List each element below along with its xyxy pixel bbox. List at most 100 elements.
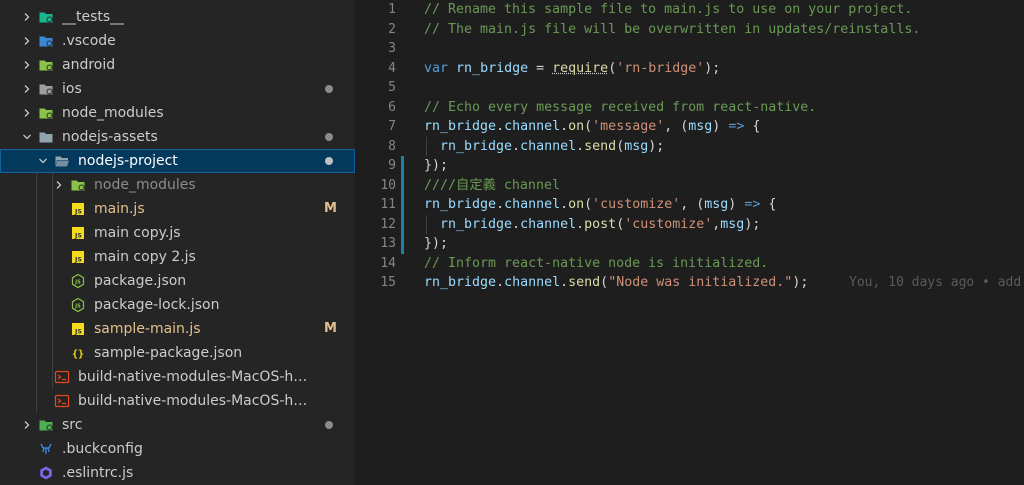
explorer-folder-row[interactable]: node_modules <box>0 101 355 125</box>
svg-text:JS: JS <box>74 328 82 336</box>
code-token: ) <box>712 119 729 134</box>
code-line[interactable]: 2 // The main.js file will be overwritten… <box>356 20 1024 40</box>
line-number: 12 <box>380 216 396 232</box>
code-token: { <box>744 119 761 134</box>
explorer-file-row[interactable]: JS main copy 2.js <box>0 245 355 269</box>
explorer-folder-row[interactable]: src <box>0 413 355 437</box>
explorer-item-label: node_modules <box>94 177 196 193</box>
explorer-folder-row[interactable]: nodejs-assets <box>0 125 355 149</box>
svg-text:JS: JS <box>74 256 82 264</box>
chevron-down-icon[interactable] <box>20 125 34 149</box>
code-content: rn_bridge.channel.on('message', (msg) =>… <box>424 117 760 137</box>
git-modified-badge: M <box>324 321 337 336</box>
code-line[interactable]: 8 rn_bridge.channel.send(msg); <box>356 137 1024 157</box>
explorer-file-row[interactable]: JS package.json <box>0 269 355 293</box>
chevron-right-icon[interactable] <box>52 173 66 197</box>
svg-text:JS: JS <box>74 232 82 240</box>
folder-open-icon <box>54 153 70 169</box>
code-token: . <box>576 216 585 232</box>
shell-file-icon <box>54 393 70 409</box>
code-line[interactable]: 3 <box>356 39 1024 59</box>
code-line[interactable]: 1 // Rename this sample file to main.js t… <box>356 0 1024 20</box>
code-line[interactable]: 9}); <box>356 156 1024 176</box>
git-status-dot <box>325 157 333 165</box>
explorer-folder-row[interactable]: ios <box>0 77 355 101</box>
code-token: rn_bridge <box>440 138 513 154</box>
test-folder-icon <box>38 9 54 25</box>
chevron-right-icon[interactable] <box>20 5 34 29</box>
explorer-file-row[interactable]: JS main.js M <box>0 197 355 221</box>
code-line[interactable]: 13}); <box>356 234 1024 254</box>
code-token: . <box>496 275 505 290</box>
tree-indent-guide <box>52 173 53 389</box>
explorer-file-row[interactable]: {} sample-package.json <box>0 341 355 365</box>
code-token: rn_bridge <box>456 60 529 76</box>
line-number: 4 <box>388 60 396 76</box>
js-file-icon: JS <box>70 249 86 265</box>
explorer-item-label: android <box>62 57 116 73</box>
explorer-item-label: build-native-modules-MacOS-helper-scrip.… <box>78 369 310 385</box>
line-number: 7 <box>388 119 396 134</box>
line-number: 1 <box>388 2 396 17</box>
explorer-file-row[interactable]: build-native-modules-MacOS-helper-scrip.… <box>0 365 355 389</box>
code-token: => <box>744 197 761 212</box>
code-content: ////自定義 channel <box>424 176 560 196</box>
code-line[interactable]: 6 // Echo every message received from rea… <box>356 98 1024 118</box>
explorer-item-label: package.json <box>94 273 187 289</box>
chevron-right-icon[interactable] <box>20 413 34 437</box>
code-token: = <box>528 60 553 76</box>
explorer-file-row[interactable]: JS main copy.js <box>0 221 355 245</box>
explorer-folder-row[interactable]: nodejs-project <box>0 149 355 173</box>
git-status-dot <box>325 85 333 93</box>
code-token: , ( <box>664 119 689 134</box>
code-line[interactable]: 15 rn_bridge.channel.send("Node was initi… <box>356 273 1024 293</box>
code-token: msg <box>720 216 745 232</box>
code-token: ( <box>584 197 593 212</box>
line-number: 2 <box>388 21 396 37</box>
code-token: ); <box>648 138 665 154</box>
js-file-icon: JS <box>70 201 86 217</box>
eslint-file-icon <box>38 465 54 481</box>
code-token: . <box>512 216 521 232</box>
chevron-right-icon[interactable] <box>20 101 34 125</box>
explorer-folder-row[interactable]: android <box>0 53 355 77</box>
explorer-item-label: ios <box>62 81 82 97</box>
explorer-item-label: main.js <box>94 201 145 217</box>
line-number: 10 <box>380 177 396 193</box>
code-line[interactable]: 4 var rn_bridge = require('rn-bridge'); <box>356 59 1024 79</box>
chevron-right-icon[interactable] <box>20 77 34 101</box>
code-content: }); <box>424 156 448 176</box>
explorer-folder-row[interactable]: node_modules <box>0 173 355 197</box>
explorer-folder-row[interactable]: .vscode <box>0 29 355 53</box>
code-token: msg <box>624 138 649 154</box>
code-line[interactable]: 11 rn_bridge.channel.on('customize', (msg… <box>356 195 1024 215</box>
code-token: . <box>512 138 521 154</box>
code-token: 'rn-bridge' <box>616 60 705 76</box>
explorer-file-row[interactable]: .eslintrc.js <box>0 461 355 485</box>
explorer-file-row[interactable]: .buckconfig <box>0 437 355 461</box>
code-token: channel <box>520 138 577 154</box>
code-token: ( <box>616 138 625 154</box>
chevron-down-icon[interactable] <box>36 149 50 173</box>
code-content: rn_bridge.channel.send("Node was initial… <box>424 273 808 293</box>
explorer-folder-row[interactable]: __tests__ <box>0 5 355 29</box>
folder-icon <box>38 129 54 145</box>
code-line[interactable]: 14 // Inform react-native node is initial… <box>356 254 1024 274</box>
explorer-file-row[interactable]: JS sample-main.js M <box>0 317 355 341</box>
node-folder-icon <box>38 105 54 121</box>
code-line[interactable]: 7 rn_bridge.channel.on('message', (msg) =… <box>356 117 1024 137</box>
explorer-file-row[interactable]: build-native-modules-MacOS-helper-scrip.… <box>0 389 355 413</box>
code-line[interactable]: 5 <box>356 78 1024 98</box>
code-editor[interactable]: 1 // Rename this sample file to main.js t… <box>356 0 1024 485</box>
chevron-right-icon[interactable] <box>20 29 34 53</box>
code-line[interactable]: 12 rn_bridge.channel.post('customize',ms… <box>356 215 1024 235</box>
explorer-item-label: sample-package.json <box>94 345 243 361</box>
explorer-file-row[interactable]: JS package-lock.json <box>0 293 355 317</box>
chevron-right-icon[interactable] <box>20 53 34 77</box>
code-token: send <box>568 275 601 290</box>
code-token: . <box>496 119 505 134</box>
line-number: 14 <box>380 255 396 271</box>
code-line[interactable]: 10 ////自定義 channel <box>356 176 1024 196</box>
